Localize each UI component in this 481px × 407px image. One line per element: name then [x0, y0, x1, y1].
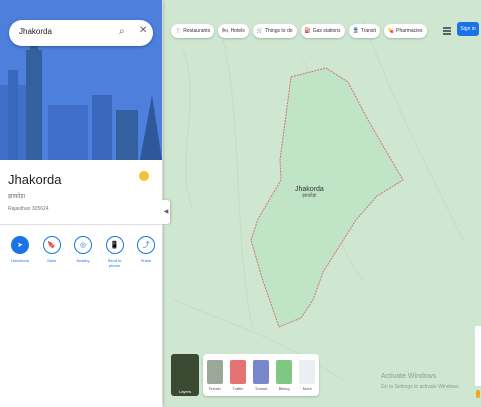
place-title: Jhakorda — [8, 172, 62, 187]
map-canvas[interactable]: 🍴 Restaurants 🛏 Hotels 🛒 Things to do ⛽ Gas … — [163, 0, 481, 407]
place-hero-image[interactable]: Jhakorda ⌕ ✕ — [0, 0, 162, 160]
zoom-controls[interactable] — [475, 326, 481, 386]
area-label[interactable]: Jhakorda झाकोड़ा — [295, 186, 324, 199]
bed-icon: 🛏 — [222, 28, 229, 34]
chip-restaurants[interactable]: 🍴 Restaurants — [171, 24, 215, 38]
search-icon[interactable]: ⌕ — [119, 26, 125, 37]
nearby-button[interactable]: ◎ Nearby — [71, 236, 95, 268]
directions-button[interactable]: ➤ Directions — [8, 236, 32, 268]
layers-button[interactable]: Layers — [171, 354, 199, 396]
directions-icon: ➤ — [11, 236, 29, 254]
fork-knife-icon: 🍴 — [175, 28, 182, 34]
maps-app: 🍴 Restaurants 🛏 Hotels 🛒 Things to do ⛽ Gas … — [0, 0, 481, 407]
weather-sun-icon — [139, 171, 149, 181]
layer-terrain[interactable]: Terrain — [206, 359, 223, 391]
bookmark-icon: 🔖 — [42, 236, 61, 254]
divider — [0, 224, 162, 225]
sign-in-button[interactable]: Sign in — [457, 22, 479, 36]
cart-icon: 🛒 — [256, 28, 263, 34]
chip-things-to-do[interactable]: 🛒 Things to do — [252, 24, 297, 38]
place-actions: ➤ Directions 🔖 Save ◎ Nearby 📱 Send to p… — [8, 236, 158, 268]
layer-biking[interactable]: Biking — [276, 359, 293, 391]
chip-gas-stations[interactable]: ⛽ Gas stations — [300, 24, 345, 38]
share-button[interactable]: ⤴ Share — [134, 236, 158, 268]
collapse-panel-button[interactable]: ◀ — [162, 200, 170, 224]
nearby-icon: ◎ — [74, 236, 92, 254]
chip-hotels[interactable]: 🛏 Hotels — [218, 24, 249, 38]
share-icon: ⤴ — [137, 236, 155, 254]
activation-watermark: Activate Windows Go to Settings to activ… — [381, 373, 460, 390]
close-icon[interactable]: ✕ — [139, 25, 147, 36]
save-button[interactable]: 🔖 Save — [40, 236, 64, 268]
chip-transit[interactable]: 🚆 Transit — [348, 24, 380, 38]
layer-transit[interactable]: Transit — [252, 359, 269, 391]
layer-traffic[interactable]: Traffic — [229, 359, 246, 391]
phone-icon: 📱 — [105, 236, 124, 254]
search-input[interactable]: Jhakorda — [19, 27, 52, 36]
layer-more[interactable]: More — [299, 359, 316, 391]
place-local-name: झाकोड़ा — [8, 194, 26, 200]
category-chips: 🍴 Restaurants 🛏 Hotels 🛒 Things to do ⛽ Gas … — [171, 24, 427, 38]
pharmacy-icon: 💊 — [387, 28, 395, 34]
apps-menu-icon[interactable] — [443, 27, 451, 35]
place-region: Rajasthan 305624 — [8, 206, 49, 212]
layer-options: Terrain Traffic Transit Biking More — [203, 354, 319, 396]
place-panel: Jhakorda ⌕ ✕ Jhakorda झाकोड़ा Rajasthan … — [0, 0, 162, 407]
search-box[interactable]: Jhakorda ⌕ ✕ — [9, 20, 153, 46]
transit-icon: 🚆 — [352, 28, 359, 34]
pegman-icon[interactable] — [476, 390, 480, 398]
gas-icon: ⛽ — [304, 28, 311, 34]
chip-pharmacies[interactable]: 💊 Pharmacies — [383, 24, 427, 38]
area-boundary — [250, 67, 404, 328]
map-features — [172, 19, 464, 381]
send-to-phone-button[interactable]: 📱 Send to phone — [103, 236, 127, 268]
